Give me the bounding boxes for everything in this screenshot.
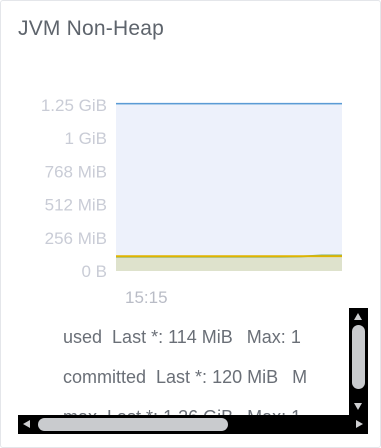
scroll-down-arrow-icon[interactable] bbox=[354, 403, 362, 410]
y-tick-label: 1.25 GiB bbox=[41, 96, 107, 115]
series-area-used bbox=[116, 256, 342, 271]
legend-horizontal-scrollbar[interactable] bbox=[18, 415, 368, 434]
legend-last-value: 120 MiB bbox=[212, 367, 279, 387]
vertical-scroll-thumb[interactable] bbox=[352, 325, 365, 389]
scroll-left-arrow-icon[interactable] bbox=[23, 420, 30, 428]
scroll-right-arrow-icon[interactable] bbox=[356, 420, 363, 428]
legend-last-label: Last *: bbox=[107, 407, 158, 415]
legend-last-label: Last *: bbox=[156, 367, 208, 387]
legend-item-max[interactable]: max Last *: 1.26 GiB Max: 1 bbox=[63, 407, 301, 415]
jvm-non-heap-panel: JVM Non-Heap 0 B 256 MiB 512 MiB 768 MiB 1 G… bbox=[0, 0, 381, 448]
legend-series-name: used bbox=[63, 327, 103, 347]
x-tick-label: 15:15 bbox=[125, 288, 168, 307]
legend-max-value: 1 bbox=[290, 327, 301, 347]
legend-item-committed[interactable]: committed Last *: 120 MiB M bbox=[63, 367, 307, 388]
legend-scroll-area[interactable]: used Last *: 114 MiB Max: 1 committed Last … bbox=[1, 309, 349, 415]
non-heap-chart: 0 B 256 MiB 512 MiB 768 MiB 1 GiB 1.25 GiB 15:… bbox=[41, 96, 342, 307]
y-tick-label: 512 MiB bbox=[45, 196, 107, 215]
legend-max-value: 1 bbox=[291, 407, 301, 415]
legend-series-name: max bbox=[63, 407, 97, 415]
plot-area bbox=[116, 105, 342, 271]
y-tick-label: 256 MiB bbox=[45, 229, 107, 248]
legend-last-value: 114 MiB bbox=[168, 327, 233, 347]
legend-last-value: 1.26 GiB bbox=[163, 407, 233, 415]
legend-max-label: M bbox=[292, 367, 308, 387]
legend-max-label: Max: bbox=[247, 407, 286, 415]
legend-item-used[interactable]: used Last *: 114 MiB Max: 1 bbox=[63, 327, 301, 348]
y-tick-label: 1 GiB bbox=[64, 129, 107, 148]
y-tick-label: 768 MiB bbox=[45, 162, 107, 181]
legend-series-name: committed bbox=[63, 367, 147, 387]
legend-max-label: Max: bbox=[246, 327, 286, 347]
legend-last-label: Last *: bbox=[112, 327, 164, 347]
y-tick-label: 0 B bbox=[81, 262, 107, 281]
horizontal-scroll-thumb[interactable] bbox=[38, 418, 228, 431]
legend-vertical-scrollbar[interactable] bbox=[349, 308, 368, 415]
scroll-up-arrow-icon[interactable] bbox=[354, 313, 362, 320]
